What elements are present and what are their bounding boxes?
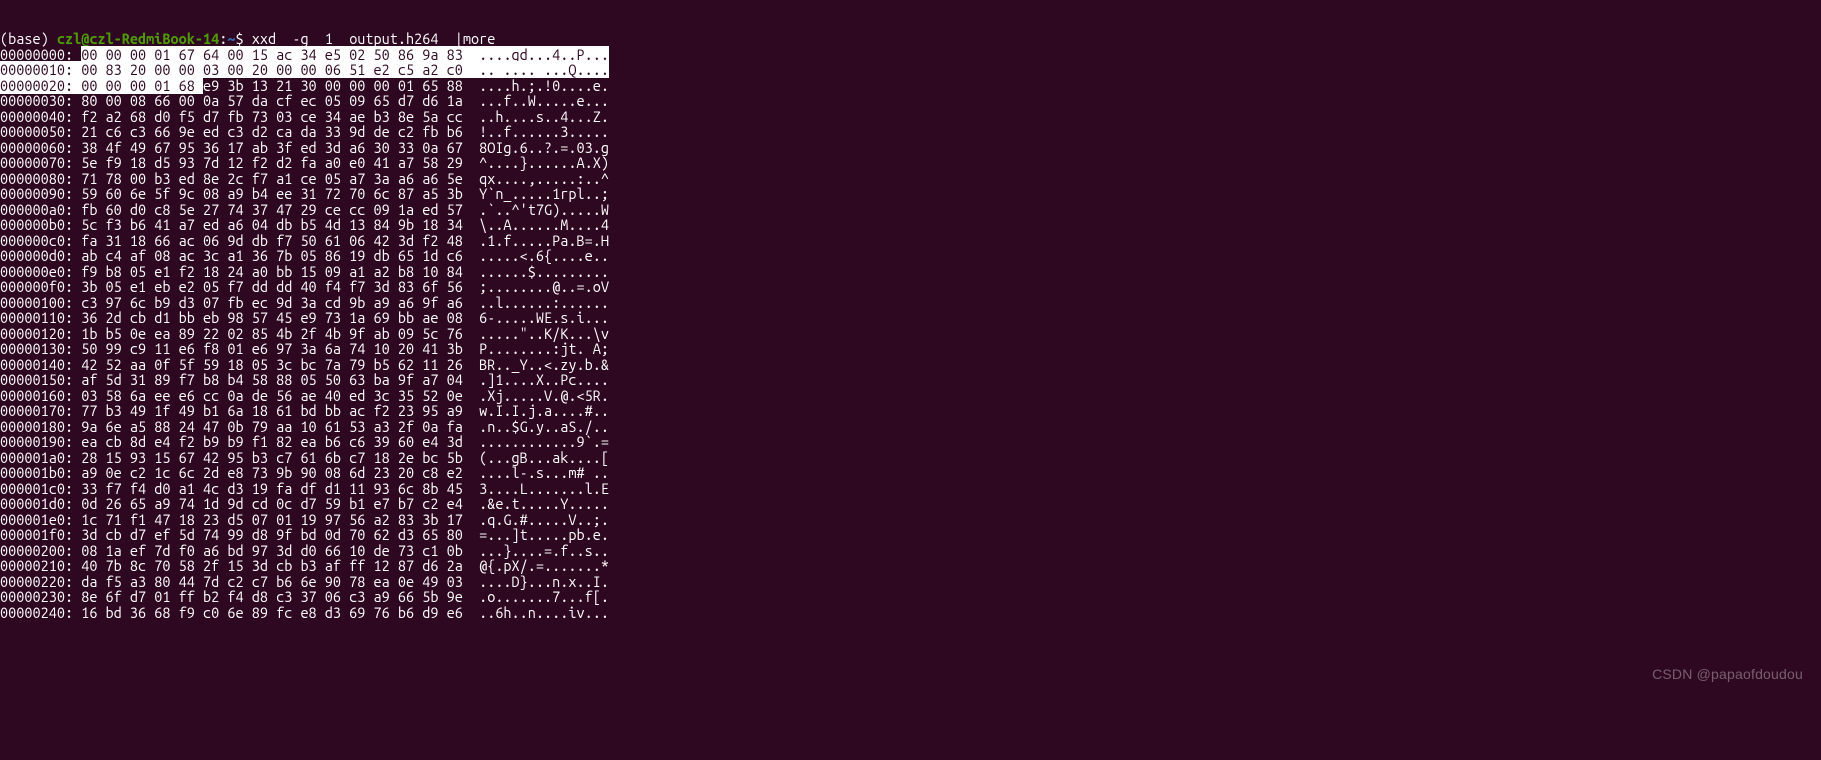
hex-row: 000001b0: a9 0e c2 1c 6c 2d e8 73 9b 90 … (0, 464, 609, 481)
hex-row: 00000160: 03 58 6a ee e6 cc 0a de 56 ae … (0, 387, 609, 404)
hex-row: 000001f0: 3d cb d7 ef 5d 74 99 d8 9f bd … (0, 526, 609, 543)
hex-row: 00000110: 36 2d cb d1 bb eb 98 57 45 e9 … (0, 309, 609, 326)
hex-row: 00000170: 77 b3 49 1f 49 b1 6a 18 61 bd … (0, 402, 609, 419)
selection: 00 00 00 01 67 64 00 15 ac 34 e5 02 50 8… (81, 46, 609, 63)
hex-row: 00000060: 38 4f 49 67 95 36 17 ab 3f ed … (0, 139, 609, 156)
hex-row: 00000080: 71 78 00 b3 ed 8e 2c f7 a1 ce … (0, 170, 609, 187)
hex-row: 00000030: 80 00 08 66 00 0a 57 da cf ec … (0, 92, 609, 109)
hex-row: 00000210: 40 7b 8c 70 58 2f 15 3d cb b3 … (0, 557, 609, 574)
hex-row: 000001a0: 28 15 93 15 67 42 95 b3 c7 61 … (0, 449, 609, 466)
prompt-dollar: $ (236, 30, 252, 47)
hex-row: 000001d0: 0d 26 65 a9 74 1d 9d cd 0c d7 … (0, 495, 609, 512)
hex-row: 00000000: 00 00 00 01 67 64 00 15 ac 34 … (0, 46, 609, 63)
hex-row: 00000180: 9a 6e a5 88 24 47 0b 79 aa 10 … (0, 418, 609, 435)
hex-row: 00000240: 16 bd 36 68 f9 c0 6e 89 fc e8 … (0, 604, 609, 621)
hex-row: 00000090: 59 60 6e 5f 9c 08 a9 b4 ee 31 … (0, 185, 609, 202)
hex-row: 00000070: 5e f9 18 d5 93 7d 12 f2 d2 fa … (0, 154, 609, 171)
prompt-path: ~ (227, 30, 235, 47)
hex-row: 000001e0: 1c 71 f1 47 18 23 d5 07 01 19 … (0, 511, 609, 528)
hex-row: 00000150: af 5d 31 89 f7 b8 b4 58 88 05 … (0, 371, 609, 388)
prompt-user: czl@czl-RedmiBook-14 (57, 30, 219, 47)
command-text: xxd -g 1 output.h264 |more (252, 30, 496, 47)
hex-row: 00000050: 21 c6 c3 66 9e ed c3 d2 ca da … (0, 123, 609, 140)
terminal-output[interactable]: (base) czl@czl-RedmiBook-14:~$ xxd -g 1 … (0, 16, 1821, 652)
prompt-line: (base) czl@czl-RedmiBook-14:~$ xxd -g 1 … (0, 30, 495, 47)
hex-row: 00000040: f2 a2 68 d0 f5 d7 fb 73 03 ce … (0, 108, 609, 125)
prompt-env: (base) (0, 30, 57, 47)
watermark: CSDN @papaofdoudou (1652, 667, 1803, 683)
hex-row: 000001c0: 33 f7 f4 d0 a1 4c d3 19 fa df … (0, 480, 609, 497)
hex-row: 00000230: 8e 6f d7 01 ff b2 f4 d8 c3 37 … (0, 588, 609, 605)
hex-row: 000000f0: 3b 05 e1 eb e2 05 f7 dd dd 40 … (0, 278, 609, 295)
hex-row: 00000020: 00 00 00 01 68 e9 3b 13 21 30 … (0, 77, 609, 94)
hex-row: 00000190: ea cb 8d e4 f2 b9 b9 f1 82 ea … (0, 433, 609, 450)
hex-row: 00000120: 1b b5 0e ea 89 22 02 85 4b 2f … (0, 325, 609, 342)
hex-row: 000000e0: f9 b8 05 e1 f2 18 24 a0 bb 15 … (0, 263, 609, 280)
hex-row: 000000d0: ab c4 af 08 ac 3c a1 36 7b 05 … (0, 247, 609, 264)
hex-row: 00000130: 50 99 c9 11 e6 f8 01 e6 97 3a … (0, 340, 609, 357)
hex-row: 000000c0: fa 31 18 66 ac 06 9d db f7 50 … (0, 232, 609, 249)
hex-row: 00000200: 08 1a ef 7d f0 a6 bd 97 3d d0 … (0, 542, 609, 559)
hex-row: 00000100: c3 97 6c b9 d3 07 fb ec 9d 3a … (0, 294, 609, 311)
hex-row: 00000010: 00 83 20 00 00 03 00 20 00 00 … (0, 61, 609, 78)
selection: 00000020: 00 00 00 01 68 (0, 77, 203, 94)
selection: 00000010: 00 83 20 00 00 03 00 20 00 00 … (0, 61, 609, 78)
hex-row: 000000a0: fb 60 d0 c8 5e 27 74 37 47 29 … (0, 201, 609, 218)
hex-row: 00000220: da f5 a3 80 44 7d c2 c7 b6 6e … (0, 573, 609, 590)
hex-row: 000000b0: 5c f3 b6 41 a7 ed a6 04 db b5 … (0, 216, 609, 233)
hex-row: 00000140: 42 52 aa 0f 5f 59 18 05 3c bc … (0, 356, 609, 373)
